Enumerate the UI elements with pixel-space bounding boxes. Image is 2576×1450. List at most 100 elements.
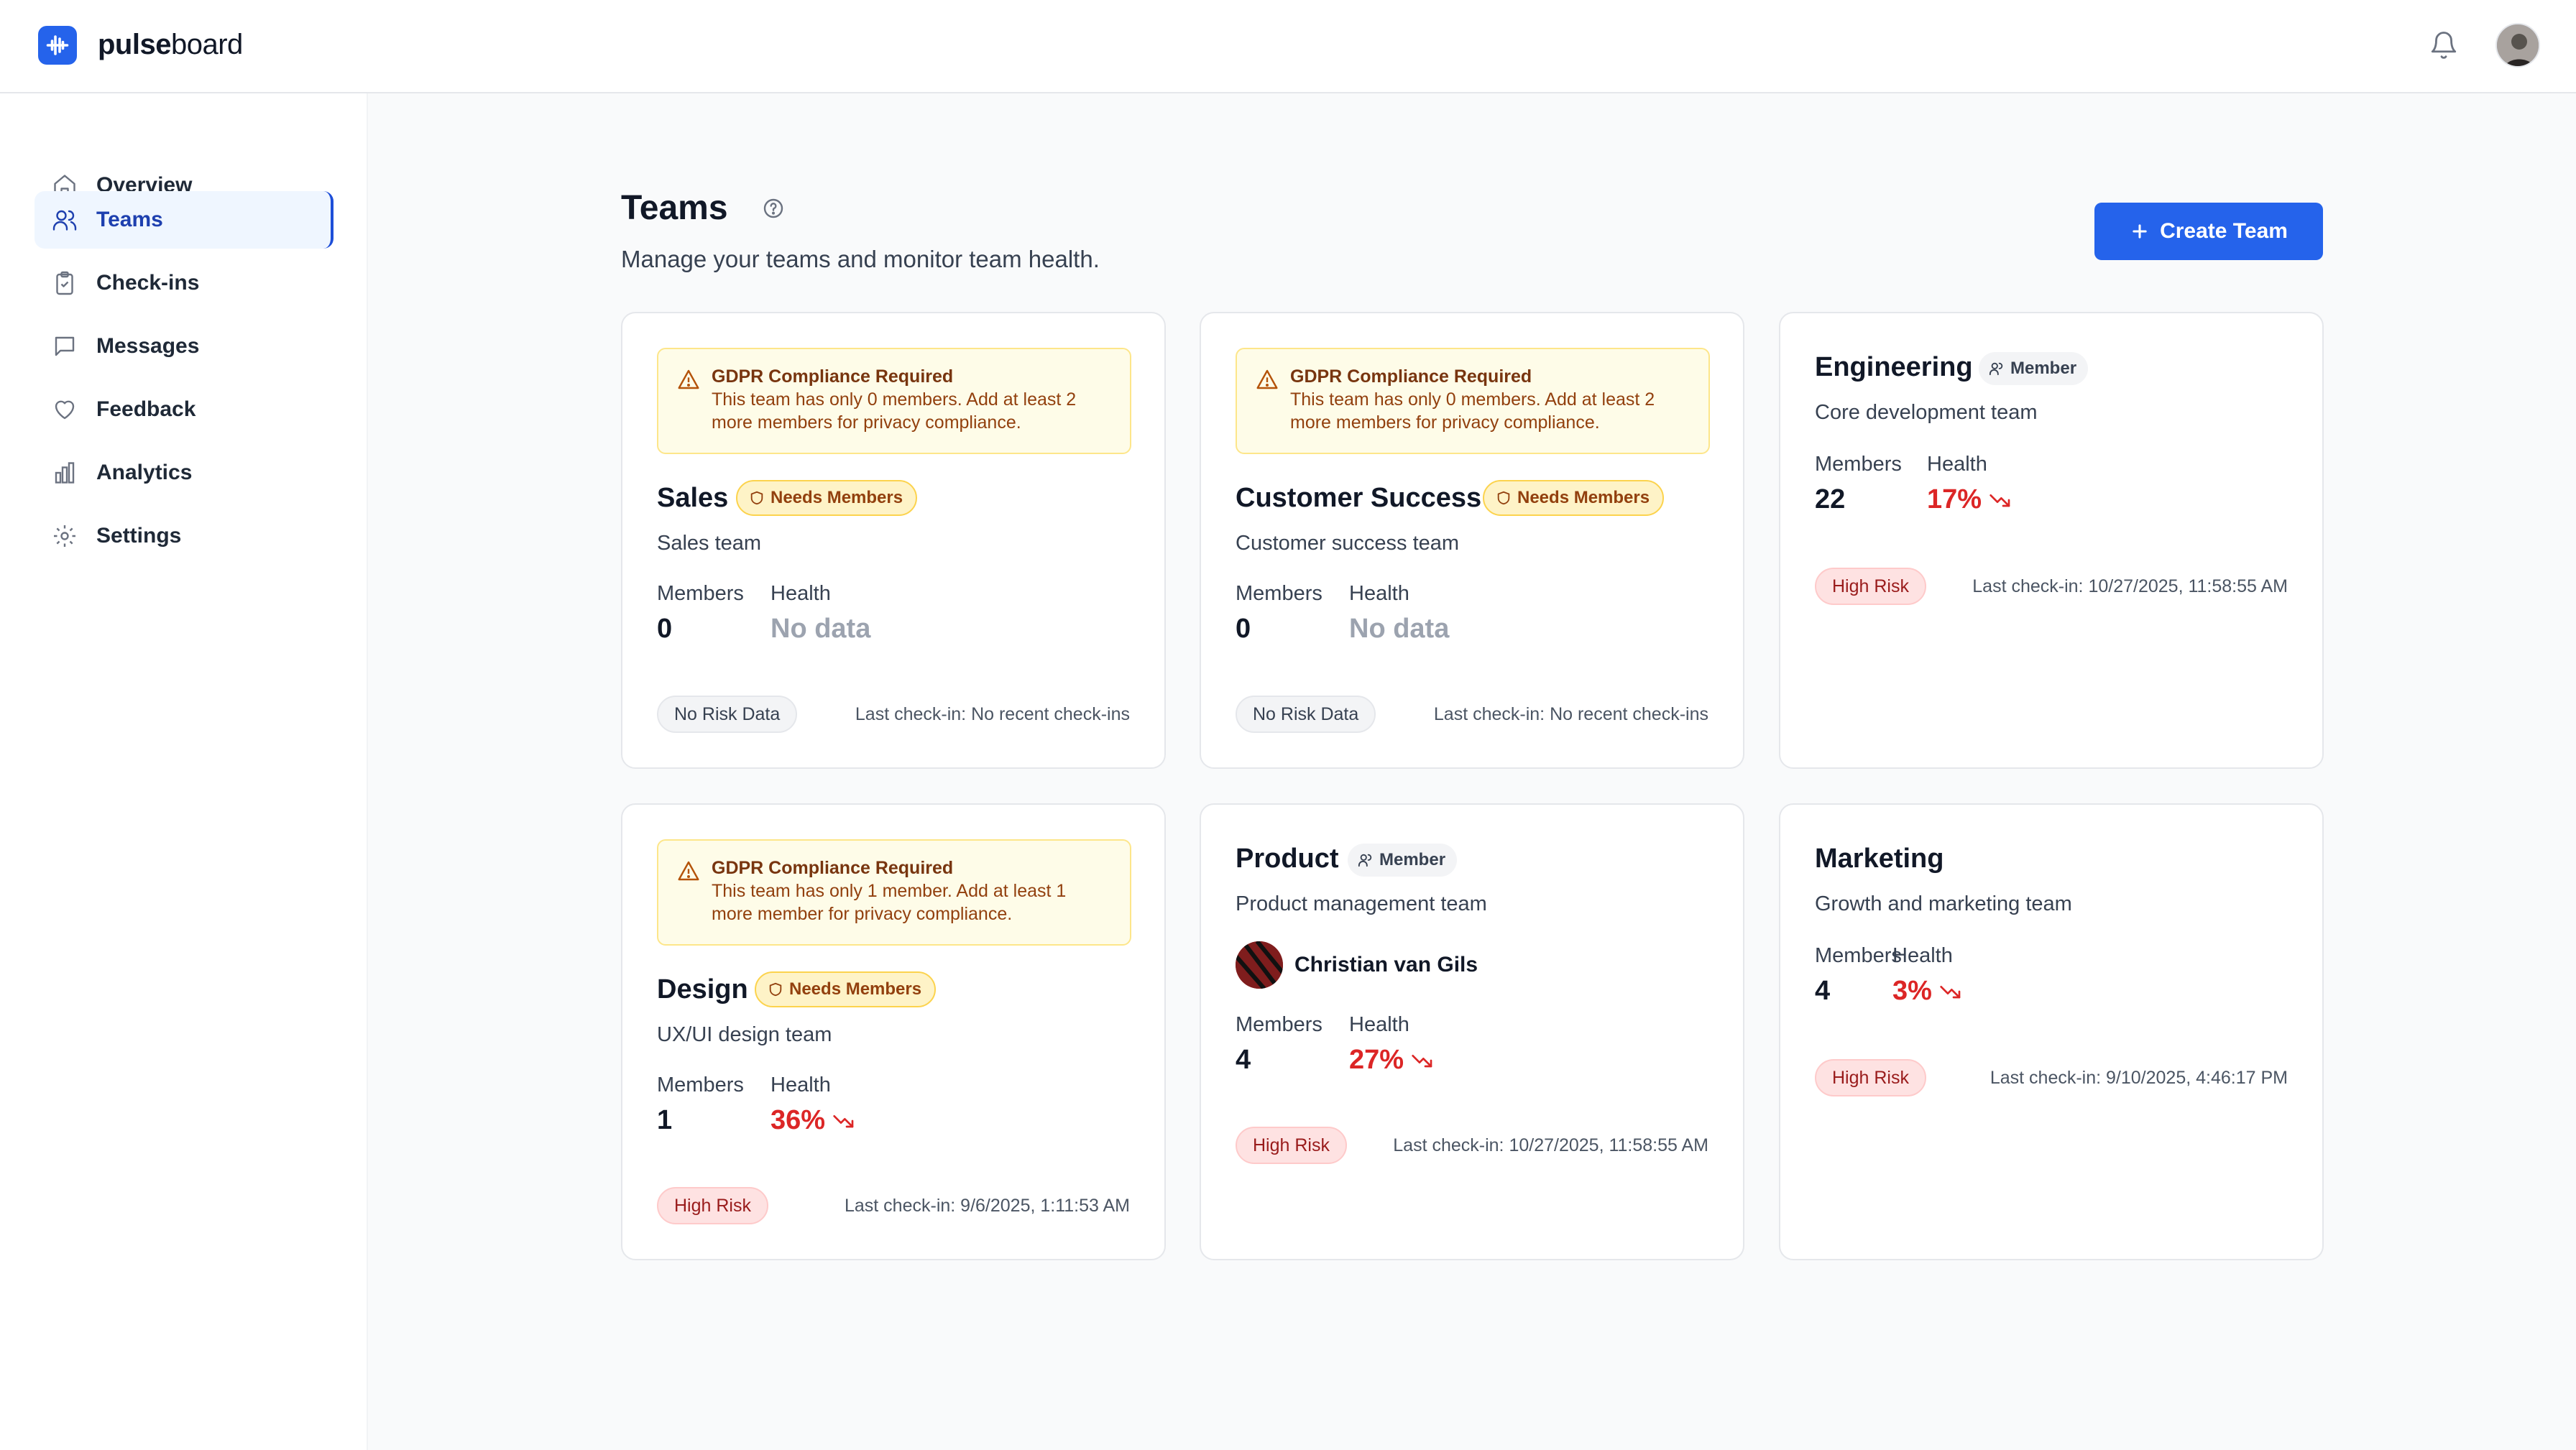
shield-icon [1497, 491, 1510, 505]
team-name: Customer Success [1236, 483, 1482, 513]
top-header: pulseboard [0, 0, 2576, 93]
team-name: Marketing [1815, 844, 1944, 874]
team-card-customer-success[interactable]: GDPR Compliance Required This team has o… [1200, 312, 1744, 769]
team-card-engineering[interactable]: Engineering Member Core development team… [1779, 312, 2324, 769]
alert-title: GDPR Compliance Required [712, 858, 954, 878]
last-checkin: Last check-in: No recent check-ins [1433, 704, 1708, 724]
members-count: 0 [1236, 614, 1251, 644]
create-team-button[interactable]: Create Team [2094, 203, 2323, 260]
risk-badge: High Risk [1815, 568, 1926, 605]
create-team-label: Create Team [2160, 219, 2288, 243]
team-name: Product [1236, 844, 1339, 874]
team-description: Core development team [1815, 401, 2038, 424]
health-value: 27% [1349, 1045, 1434, 1076]
health-label: Health [1892, 944, 1953, 967]
alert-body: This team has only 1 member. Add at leas… [712, 881, 1067, 901]
team-card-marketing[interactable]: Marketing Growth and marketing team Memb… [1779, 803, 2324, 1260]
trending-down-icon [833, 1114, 854, 1127]
sidebar-item-feedback[interactable]: Feedback [34, 381, 334, 438]
needs-members-badge: Needs Members [1483, 480, 1665, 516]
members-count: 0 [657, 614, 673, 644]
member-badge: Member [1979, 352, 2089, 385]
sidebar-item-messages[interactable]: Messages [34, 318, 334, 375]
last-checkin: Last check-in: 9/6/2025, 1:11:53 AM [844, 1196, 1130, 1216]
alert-body: more members for privacy compliance. [712, 412, 1021, 433]
team-card-sales[interactable]: GDPR Compliance Required This team has o… [621, 312, 1166, 769]
trending-down-icon [1940, 985, 1961, 998]
page-subtitle: Manage your teams and monitor team healt… [621, 246, 1100, 272]
users-icon [1989, 362, 2003, 376]
warning-icon [678, 861, 699, 881]
members-label: Members [1815, 453, 1902, 476]
shield-icon [750, 491, 763, 505]
health-value: 36% [770, 1105, 855, 1136]
person-name: Christian van Gils [1294, 953, 1478, 976]
notification-bell-icon[interactable] [2428, 27, 2460, 63]
members-label: Members [1815, 944, 1902, 967]
sidebar-item-label: Messages [96, 334, 200, 358]
sidebar-item-settings[interactable]: Settings [34, 507, 334, 565]
sidebar-item-analytics[interactable]: Analytics [34, 444, 334, 502]
members-label: Members [1236, 1013, 1322, 1036]
team-description: Sales team [657, 532, 762, 555]
team-description: Customer success team [1236, 532, 1460, 555]
brand-name[interactable]: pulseboard [98, 29, 243, 61]
risk-badge: High Risk [1815, 1059, 1926, 1096]
members-label: Members [657, 1073, 744, 1096]
sidebar: Overview Teams Check-ins Messages Feedba… [0, 93, 368, 1450]
members-count: 1 [657, 1105, 673, 1135]
sidebar-item-check-ins[interactable]: Check-ins [34, 254, 334, 312]
heart-icon [50, 395, 79, 424]
help-circle-icon[interactable] [760, 195, 786, 221]
alert-body: This team has only 0 members. Add at lea… [1290, 389, 1655, 410]
health-label: Health [1349, 1013, 1409, 1036]
sidebar-item-label: Check-ins [96, 271, 200, 295]
members-count: 4 [1815, 976, 1831, 1006]
team-card-design[interactable]: GDPR Compliance Required This team has o… [621, 803, 1166, 1260]
health-label: Health [770, 1073, 831, 1096]
team-description: Product management team [1236, 892, 1487, 915]
sidebar-item-label: Teams [96, 208, 163, 231]
gdpr-alert: GDPR Compliance Required This team has o… [657, 839, 1131, 946]
members-count: 22 [1815, 484, 1846, 514]
users-icon [1358, 854, 1372, 867]
alert-title: GDPR Compliance Required [712, 366, 954, 387]
team-card-product[interactable]: Product Member Product management team C… [1200, 803, 1744, 1260]
gear-icon [50, 522, 79, 550]
risk-badge: High Risk [657, 1187, 768, 1224]
risk-badge: No Risk Data [657, 696, 798, 733]
last-checkin: Last check-in: 10/27/2025, 11:58:55 AM [1393, 1135, 1708, 1155]
gdpr-alert: GDPR Compliance Required This team has o… [657, 348, 1131, 454]
users-icon [50, 206, 79, 234]
alert-body: more members for privacy compliance. [1290, 412, 1600, 433]
health-value: 17% [1927, 484, 2012, 515]
pulse-logo-icon[interactable] [38, 26, 77, 65]
person-avatar [1236, 941, 1283, 989]
team-name: Design [657, 974, 748, 1005]
message-icon [50, 332, 79, 361]
team-name: Sales [657, 483, 729, 513]
members-count: 4 [1236, 1045, 1251, 1075]
needs-members-badge: Needs Members [755, 971, 937, 1007]
clipboard-icon [50, 269, 79, 297]
members-label: Members [657, 582, 744, 605]
last-checkin: Last check-in: 10/27/2025, 11:58:55 AM [1972, 576, 2288, 596]
plus-icon [2133, 224, 2147, 239]
sidebar-item-teams[interactable]: Teams [34, 191, 334, 249]
health-label: Health [1927, 453, 1987, 476]
bar-chart-icon [50, 458, 79, 487]
alert-body: This team has only 0 members. Add at lea… [712, 389, 1077, 410]
health-label: Health [1349, 582, 1409, 605]
team-description: Growth and marketing team [1815, 892, 2072, 915]
shield-icon [769, 982, 782, 997]
team-name: Engineering [1815, 352, 1973, 382]
health-label: Health [770, 582, 831, 605]
last-checkin: Last check-in: 9/10/2025, 4:46:17 PM [1990, 1068, 2288, 1088]
members-label: Members [1236, 582, 1322, 605]
sidebar-item-label: Analytics [96, 461, 193, 484]
health-value: No data [770, 614, 871, 644]
member-badge: Member [1348, 844, 1458, 877]
risk-badge: High Risk [1236, 1127, 1347, 1164]
alert-body: more member for privacy compliance. [712, 904, 1013, 924]
user-avatar[interactable] [2496, 23, 2540, 68]
